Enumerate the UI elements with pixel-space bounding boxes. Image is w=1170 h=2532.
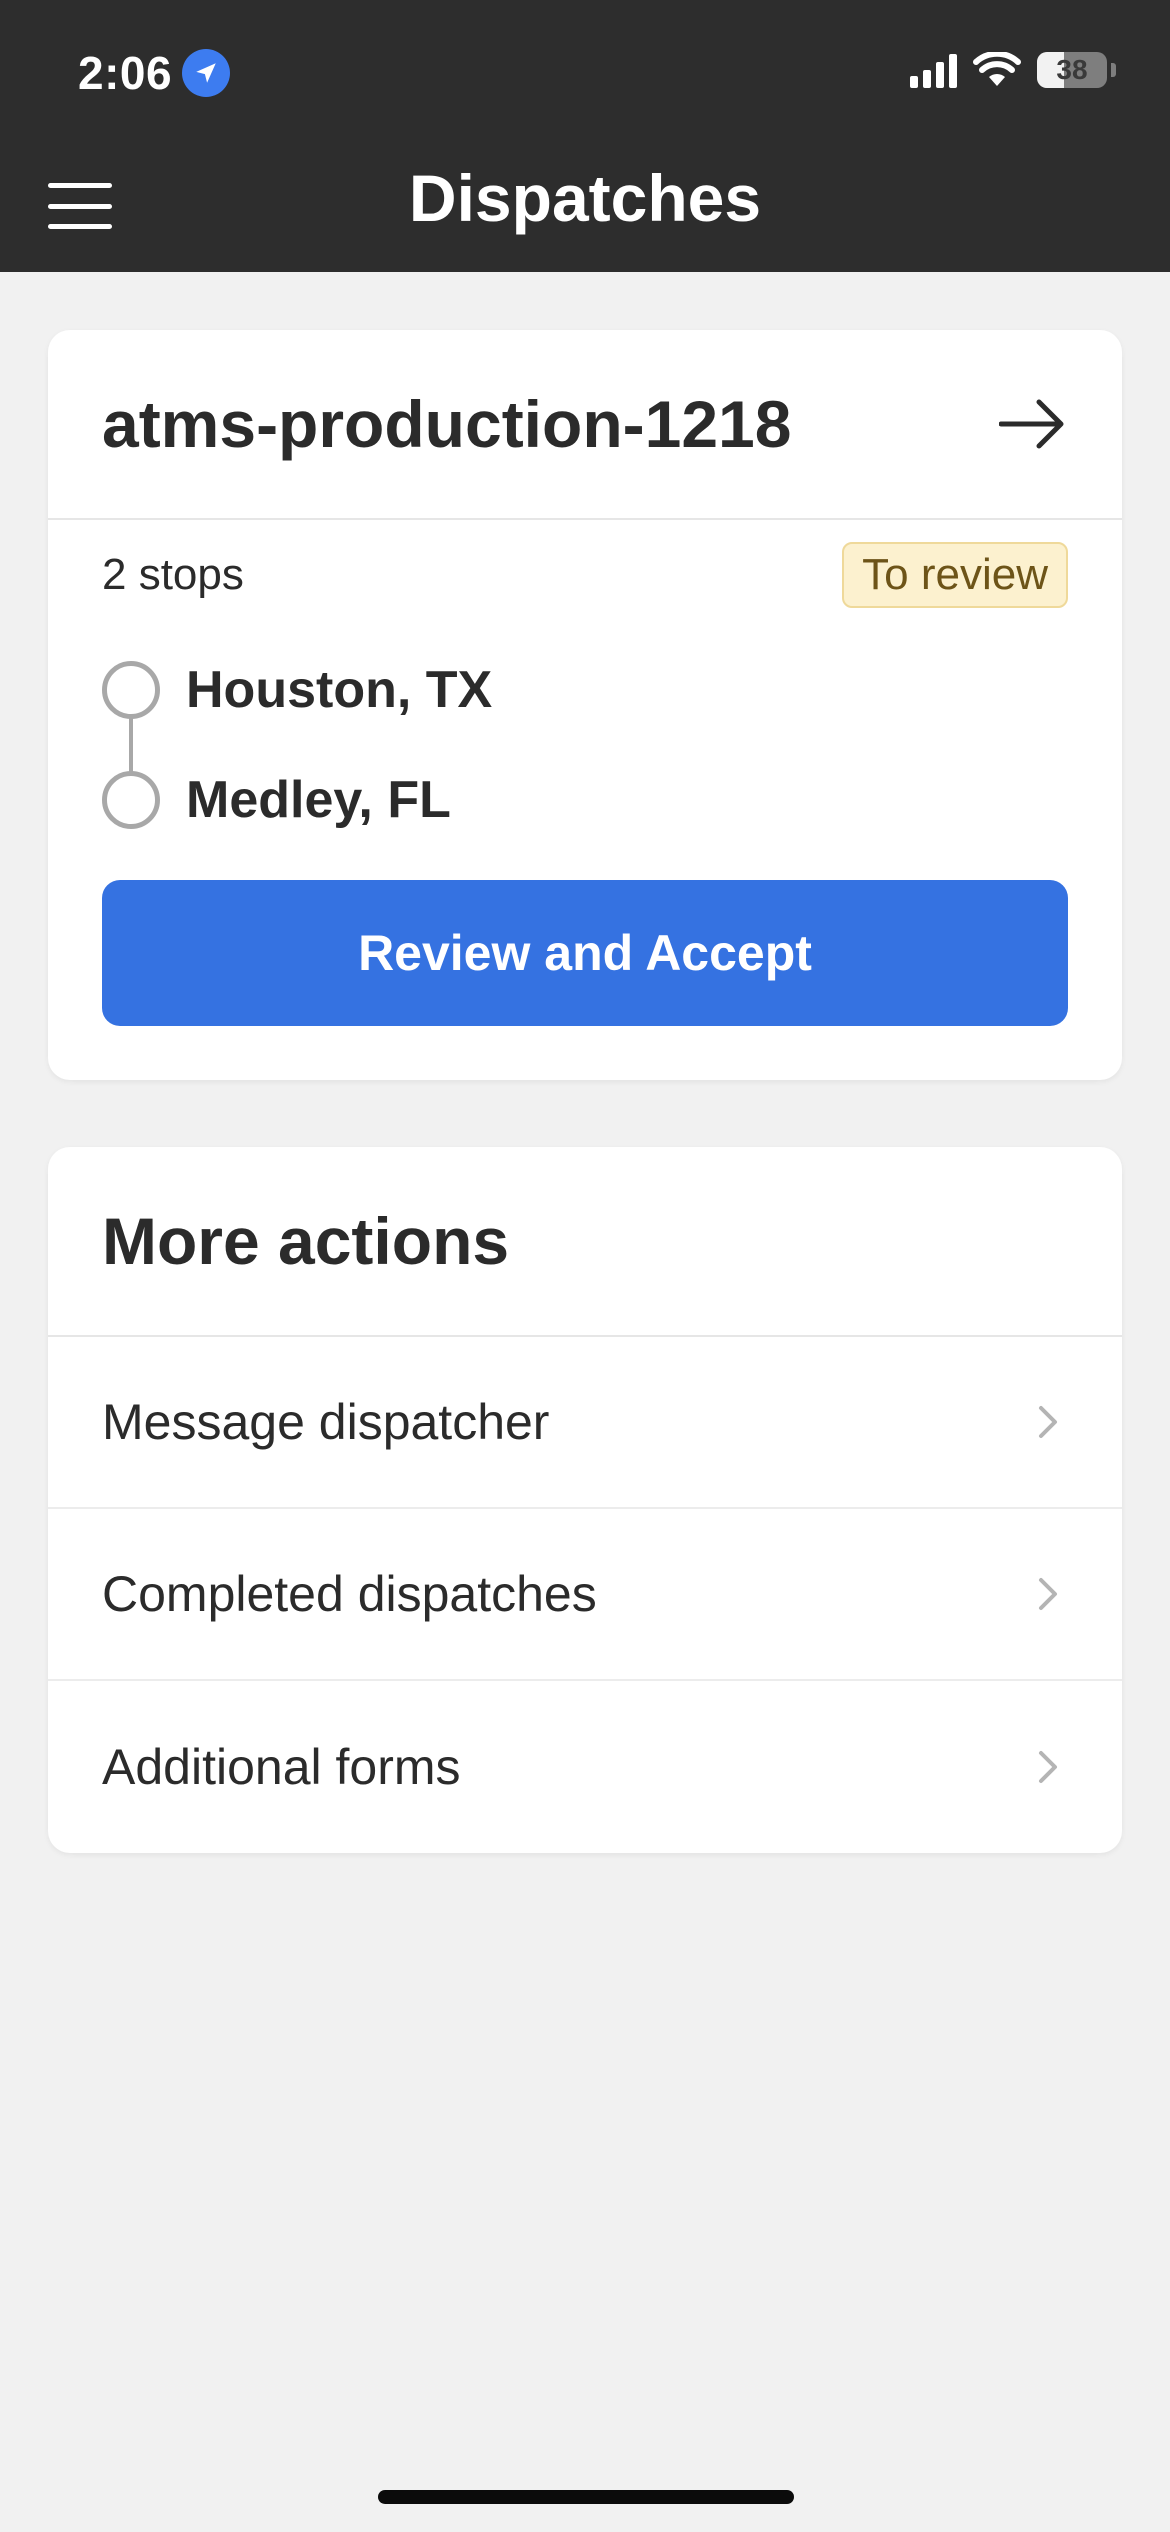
chevron-right-icon bbox=[1028, 1747, 1068, 1787]
stop-circle-icon bbox=[102, 661, 160, 719]
action-item-message-dispatcher[interactable]: Message dispatcher bbox=[48, 1337, 1122, 1509]
app-screen: 2:06 38 Dispatches atms-production-1218 … bbox=[0, 0, 1170, 2532]
status-indicators: 38 bbox=[910, 52, 1116, 88]
home-indicator[interactable] bbox=[378, 2490, 794, 2504]
stop-item-origin: Houston, TX bbox=[102, 660, 492, 720]
more-actions-card: More actions Message dispatcher Complete… bbox=[48, 1147, 1122, 1853]
more-actions-title: More actions bbox=[102, 1204, 510, 1278]
action-label: Message dispatcher bbox=[102, 1394, 550, 1450]
route-connector-line bbox=[129, 716, 133, 772]
location-arrow-icon bbox=[182, 49, 231, 97]
dispatch-id: atms-production-1218 bbox=[102, 387, 792, 461]
chevron-right-icon bbox=[1028, 1574, 1068, 1614]
stop-label: Medley, FL bbox=[186, 771, 451, 829]
stop-label: Houston, TX bbox=[186, 661, 493, 719]
stops-count: 2 stops bbox=[102, 550, 244, 599]
status-badge: To review bbox=[842, 542, 1068, 608]
arrow-right-icon[interactable] bbox=[996, 388, 1068, 460]
route-stops: Houston, TX Medley, FL bbox=[102, 660, 902, 830]
review-and-accept-button[interactable]: Review and Accept bbox=[102, 880, 1068, 1026]
status-bar-time: 2:06 bbox=[78, 46, 231, 100]
top-header: 2:06 38 Dispatches bbox=[0, 0, 1170, 272]
action-label: Additional forms bbox=[102, 1739, 461, 1795]
action-item-completed-dispatches[interactable]: Completed dispatches bbox=[48, 1509, 1122, 1681]
battery-cap bbox=[1111, 63, 1116, 77]
dispatch-card-header[interactable]: atms-production-1218 bbox=[48, 330, 1122, 520]
stop-circle-icon bbox=[102, 771, 160, 829]
cellular-signal-icon bbox=[910, 52, 957, 88]
wifi-icon bbox=[973, 52, 1021, 86]
stop-item-destination: Medley, FL bbox=[102, 770, 451, 830]
action-item-additional-forms[interactable]: Additional forms bbox=[48, 1681, 1122, 1853]
page-title: Dispatches bbox=[408, 161, 762, 235]
battery-percent: 38 bbox=[1056, 54, 1088, 85]
chevron-right-icon bbox=[1028, 1402, 1068, 1442]
dispatch-card: atms-production-1218 2 stops To review H… bbox=[48, 330, 1122, 1080]
dispatch-meta-row: 2 stops To review bbox=[102, 542, 1068, 608]
more-actions-header: More actions bbox=[48, 1147, 1122, 1337]
time-text: 2:06 bbox=[78, 47, 173, 99]
battery-icon: 38 bbox=[1037, 52, 1107, 88]
action-label: Completed dispatches bbox=[102, 1566, 597, 1622]
